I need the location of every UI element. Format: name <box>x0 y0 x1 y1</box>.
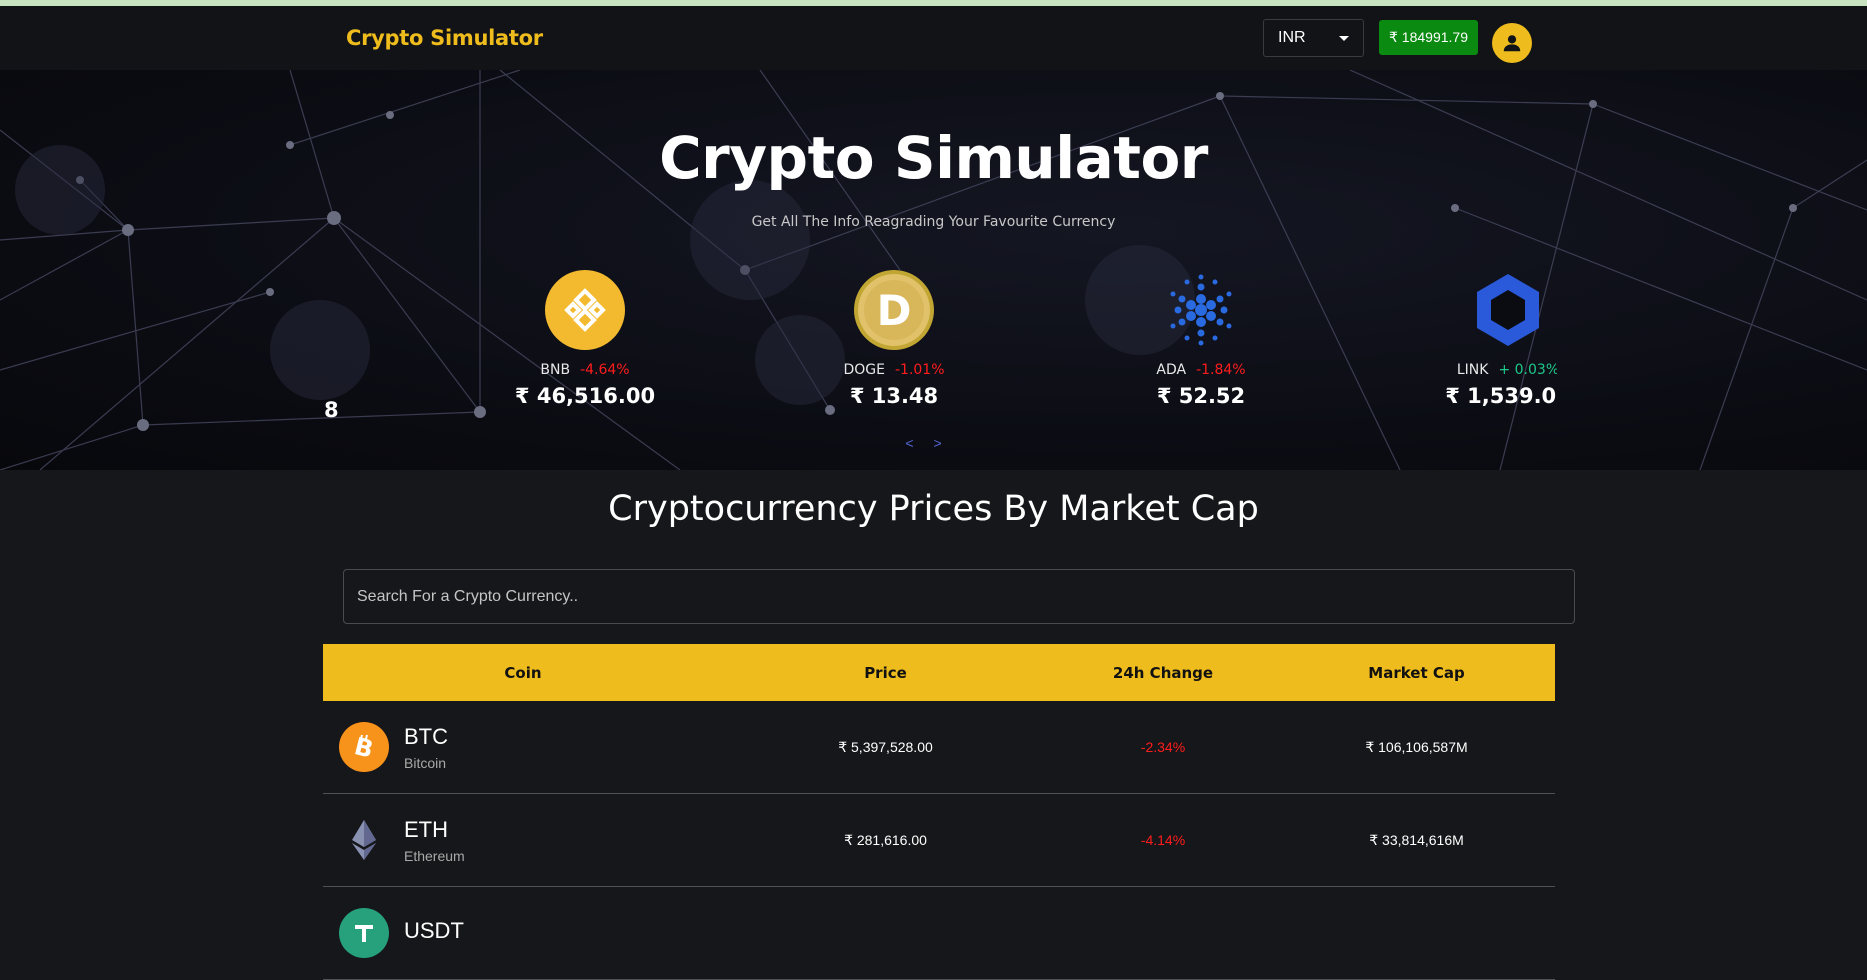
carousel-item-meta: ADA -1.84% <box>1091 362 1311 378</box>
carousel-item-doge[interactable]: D DOGE -1.01% ₹ 13.48 <box>784 270 1004 408</box>
coin-price: ₹ 13.48 <box>849 384 939 408</box>
table-row[interactable]: B BTC Bitcoin ₹ 5,397,528.00 -2.34% ₹ 10… <box>323 701 1555 794</box>
carousel-item-ada[interactable]: ADA -1.84% ₹ 52.52 <box>1091 270 1311 408</box>
carousel-prev-button[interactable]: < <box>905 435 933 451</box>
coin-name: Ethereum <box>404 847 465 864</box>
svg-text:B: B <box>351 732 376 762</box>
header-change: 24h Change <box>1112 663 1214 682</box>
coin-change: -4.14% <box>1140 832 1186 848</box>
carousel-item-bnb[interactable]: BNB -4.64% ₹ 46,516.00 <box>475 270 695 408</box>
partial-coin-price: 8 <box>324 398 339 420</box>
bnb-logo-icon <box>545 270 625 350</box>
coin-price: ₹ 281,616.00 <box>844 831 927 848</box>
brand-title[interactable]: Crypto Simulator <box>346 26 543 50</box>
currency-select-value: INR <box>1278 29 1306 46</box>
search-input[interactable] <box>343 569 1575 624</box>
coin-price: ₹ 5,397,528.00 <box>838 738 933 755</box>
coins-table: Coin Price 24h Change Market Cap B BTC B… <box>323 644 1555 980</box>
coin-market-cap: ₹ 106,106,587M <box>1365 738 1468 755</box>
balance-badge[interactable]: ₹ 184991.79 <box>1379 20 1478 55</box>
coin-market-cap: ₹ 33,814,616M <box>1369 831 1464 848</box>
link-logo-icon <box>1468 270 1548 350</box>
table-row[interactable]: USDT <box>323 887 1555 980</box>
doge-logo-icon: D <box>854 270 934 350</box>
table-header: Coin Price 24h Change Market Cap <box>323 644 1555 701</box>
hero-banner: Crypto Simulator Get All The Info Reagra… <box>0 70 1867 470</box>
hero-title: Crypto Simulator <box>659 124 1208 192</box>
eth-logo-icon <box>339 815 389 865</box>
carousel-item-meta: LINK + 0.03% <box>1398 362 1557 378</box>
table-row[interactable]: ETH Ethereum ₹ 281,616.00 -4.14% ₹ 33,81… <box>323 794 1555 887</box>
ada-logo-icon <box>1161 270 1241 350</box>
coin-symbol: USDT <box>404 917 464 943</box>
coin-change: + 0.03% <box>1498 362 1557 378</box>
coin-symbol: BNB <box>540 362 571 378</box>
coin-cell: ETH Ethereum <box>323 815 723 865</box>
coin-symbol: BTC <box>404 723 448 749</box>
coin-price: ₹ 52.52 <box>1156 384 1246 408</box>
carousel-item-meta: BNB -4.64% <box>475 362 695 378</box>
coin-symbol: ADA <box>1156 362 1187 378</box>
avatar[interactable] <box>1492 23 1532 63</box>
coin-change: -1.84% <box>1196 362 1246 378</box>
chevron-down-icon <box>1339 36 1349 41</box>
navbar: Crypto Simulator INR ₹ 184991.79 <box>0 6 1867 70</box>
user-icon <box>1503 35 1521 52</box>
carousel-next-button[interactable]: > <box>934 435 962 451</box>
hero-subtitle: Get All The Info Reagrading Your Favouri… <box>751 214 1116 230</box>
market-section-title: Cryptocurrency Prices By Market Cap <box>608 489 1259 529</box>
coin-symbol: DOGE <box>843 362 885 378</box>
carousel-arrows: <> <box>0 435 1867 451</box>
trending-carousel[interactable]: 8 BNB -4.64% ₹ 46,516.00 D DOGE -1.01% ₹ 1… <box>310 270 1557 420</box>
header-coin: Coin <box>504 663 542 682</box>
coin-cell: B BTC Bitcoin <box>323 722 723 772</box>
header-market-cap: Market Cap <box>1368 663 1465 682</box>
coin-cell: USDT <box>323 908 723 958</box>
btc-logo-icon: B <box>339 722 389 772</box>
currency-select[interactable]: INR <box>1263 19 1364 57</box>
coin-price: ₹ 1,539.06 <box>1445 384 1557 408</box>
coin-change: -1.01% <box>894 362 945 378</box>
coin-price: ₹ 46,516.00 <box>514 384 656 408</box>
coin-symbol: ETH <box>404 816 448 842</box>
svg-text:D: D <box>877 286 912 335</box>
carousel-item-meta: DOGE -1.01% <box>784 362 1004 378</box>
coin-change: -2.34% <box>1140 739 1186 755</box>
header-price: Price <box>864 663 907 682</box>
carousel-item-link[interactable]: LINK + 0.03% ₹ 1,539.06 <box>1398 270 1557 408</box>
coin-name: Bitcoin <box>404 754 447 771</box>
coin-change: -4.64% <box>580 362 630 378</box>
usdt-logo-icon <box>339 908 389 958</box>
coin-symbol: LINK <box>1456 362 1489 378</box>
